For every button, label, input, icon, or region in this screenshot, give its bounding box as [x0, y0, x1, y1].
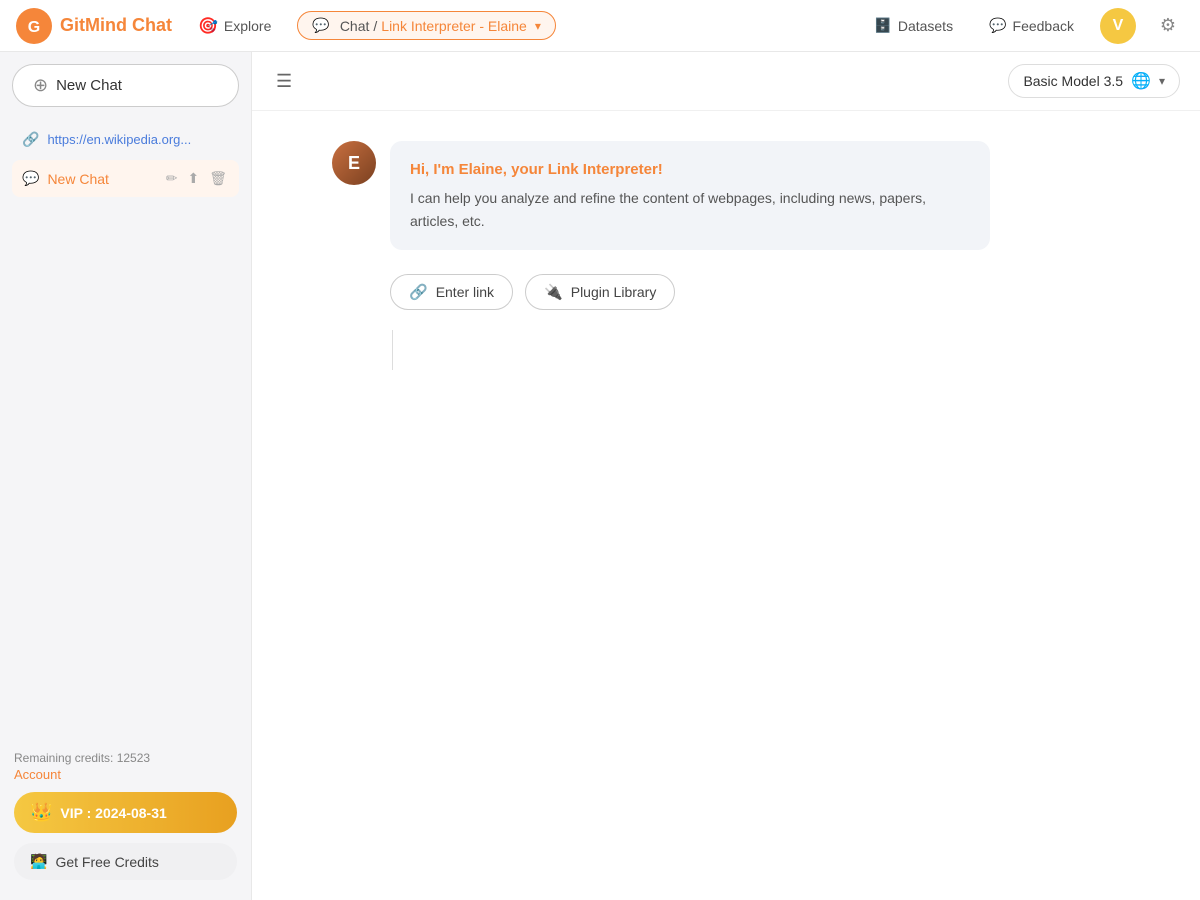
chat-item-actions: ✏ ⬆ 🗑: [164, 168, 229, 189]
credits-icon: 🧑‍💻: [30, 853, 47, 870]
breadcrumb-chat: Chat: [340, 18, 370, 34]
enter-link-button[interactable]: 🔗 Enter link: [390, 274, 513, 310]
model-selector[interactable]: Basic Model 3.5 🌐 ▾: [1008, 64, 1180, 98]
logo[interactable]: G GitMind Chat: [16, 8, 172, 44]
cursor-divider: [392, 330, 393, 370]
sidebar-spacer: [12, 199, 239, 743]
datasets-icon: 🗄️: [874, 17, 891, 34]
logo-icon: G: [16, 8, 52, 44]
explore-icon: 🎯: [198, 16, 218, 36]
explore-nav[interactable]: 🎯 Explore: [188, 10, 281, 42]
content-header: ☰ Basic Model 3.5 🌐 ▾: [252, 52, 1200, 111]
content-area: ☰ Basic Model 3.5 🌐 ▾ E Hi, I'm Elaine, …: [252, 52, 1200, 900]
model-chevron-icon: ▾: [1159, 74, 1165, 88]
action-buttons: 🔗 Enter link 🔌 Plugin Library: [390, 274, 1120, 310]
plugin-library-label: Plugin Library: [571, 284, 657, 300]
chevron-down-icon: ▾: [535, 19, 541, 33]
greeting-text: Hi, I'm Elaine, your Link Interpreter!: [410, 157, 970, 183]
globe-icon: 🌐: [1131, 71, 1151, 91]
message-row: E Hi, I'm Elaine, your Link Interpreter!…: [332, 141, 1120, 250]
sidebar: ⊕ New Chat 🔗 https://en.wikipedia.org...…: [0, 52, 252, 900]
enter-link-label: Enter link: [436, 284, 494, 300]
new-chat-button[interactable]: ⊕ New Chat: [12, 64, 239, 107]
avatar-letter: V: [1113, 17, 1124, 35]
get-credits-label: Get Free Credits: [55, 854, 158, 870]
user-avatar[interactable]: V: [1100, 8, 1136, 44]
logo-text: GitMind Chat: [60, 15, 172, 36]
sidebar-credits: Remaining credits: 12523 Account 👑 VIP :…: [12, 743, 239, 888]
link-icon: 🔗: [409, 283, 428, 301]
get-credits-button[interactable]: 🧑‍💻 Get Free Credits: [14, 843, 237, 880]
export-icon[interactable]: ⬆: [185, 168, 201, 189]
sidebar-chat-item[interactable]: 💬 New Chat ✏ ⬆ 🗑: [12, 160, 239, 197]
chat-area: E Hi, I'm Elaine, your Link Interpreter!…: [252, 111, 1200, 900]
sidebar-link-text: https://en.wikipedia.org...: [47, 132, 191, 147]
plugin-icon: 🔌: [544, 283, 563, 301]
model-label: Basic Model 3.5: [1023, 73, 1123, 89]
feedback-label: Feedback: [1013, 18, 1074, 34]
chat-icon: 💬: [312, 17, 329, 34]
sidebar-link-item[interactable]: 🔗 https://en.wikipedia.org...: [12, 123, 239, 156]
explore-label: Explore: [224, 18, 271, 34]
svg-text:G: G: [28, 19, 40, 36]
datasets-label: Datasets: [898, 18, 953, 34]
chat-item-label: New Chat: [47, 171, 155, 187]
edit-icon[interactable]: ✏: [164, 168, 180, 189]
main-layout: ⊕ New Chat 🔗 https://en.wikipedia.org...…: [0, 52, 1200, 900]
vip-badge[interactable]: 👑 VIP : 2024-08-31: [14, 792, 237, 833]
feedback-icon: 💬: [989, 17, 1006, 34]
vip-icon: 👑: [30, 802, 52, 823]
breadcrumb-active: Link Interpreter - Elaine: [381, 18, 527, 34]
delete-icon[interactable]: 🗑: [207, 168, 229, 189]
chat-item-icon: 💬: [22, 170, 39, 187]
breadcrumb-separator: /: [373, 18, 377, 34]
feedback-nav[interactable]: 💬 Feedback: [979, 11, 1084, 40]
sub-text: I can help you analyze and refine the co…: [410, 187, 970, 235]
breadcrumb[interactable]: 💬 Chat / Link Interpreter - Elaine ▾: [297, 11, 555, 40]
plugin-library-button[interactable]: 🔌 Plugin Library: [525, 274, 675, 310]
credits-text: Remaining credits: 12523: [14, 751, 237, 765]
vip-label: VIP : 2024-08-31: [60, 805, 166, 821]
message-bubble: Hi, I'm Elaine, your Link Interpreter! I…: [390, 141, 990, 250]
new-chat-label: New Chat: [56, 77, 122, 94]
app-header: G GitMind Chat 🎯 Explore 💬 Chat / Link I…: [0, 0, 1200, 52]
plus-icon: ⊕: [33, 75, 48, 96]
elaine-avatar: E: [332, 141, 376, 185]
sidebar-toggle-icon[interactable]: ☰: [272, 67, 296, 96]
settings-icon[interactable]: ⚙: [1152, 10, 1184, 42]
account-link[interactable]: Account: [14, 767, 237, 782]
datasets-nav[interactable]: 🗄️ Datasets: [864, 11, 963, 40]
link-icon: 🔗: [22, 131, 39, 148]
